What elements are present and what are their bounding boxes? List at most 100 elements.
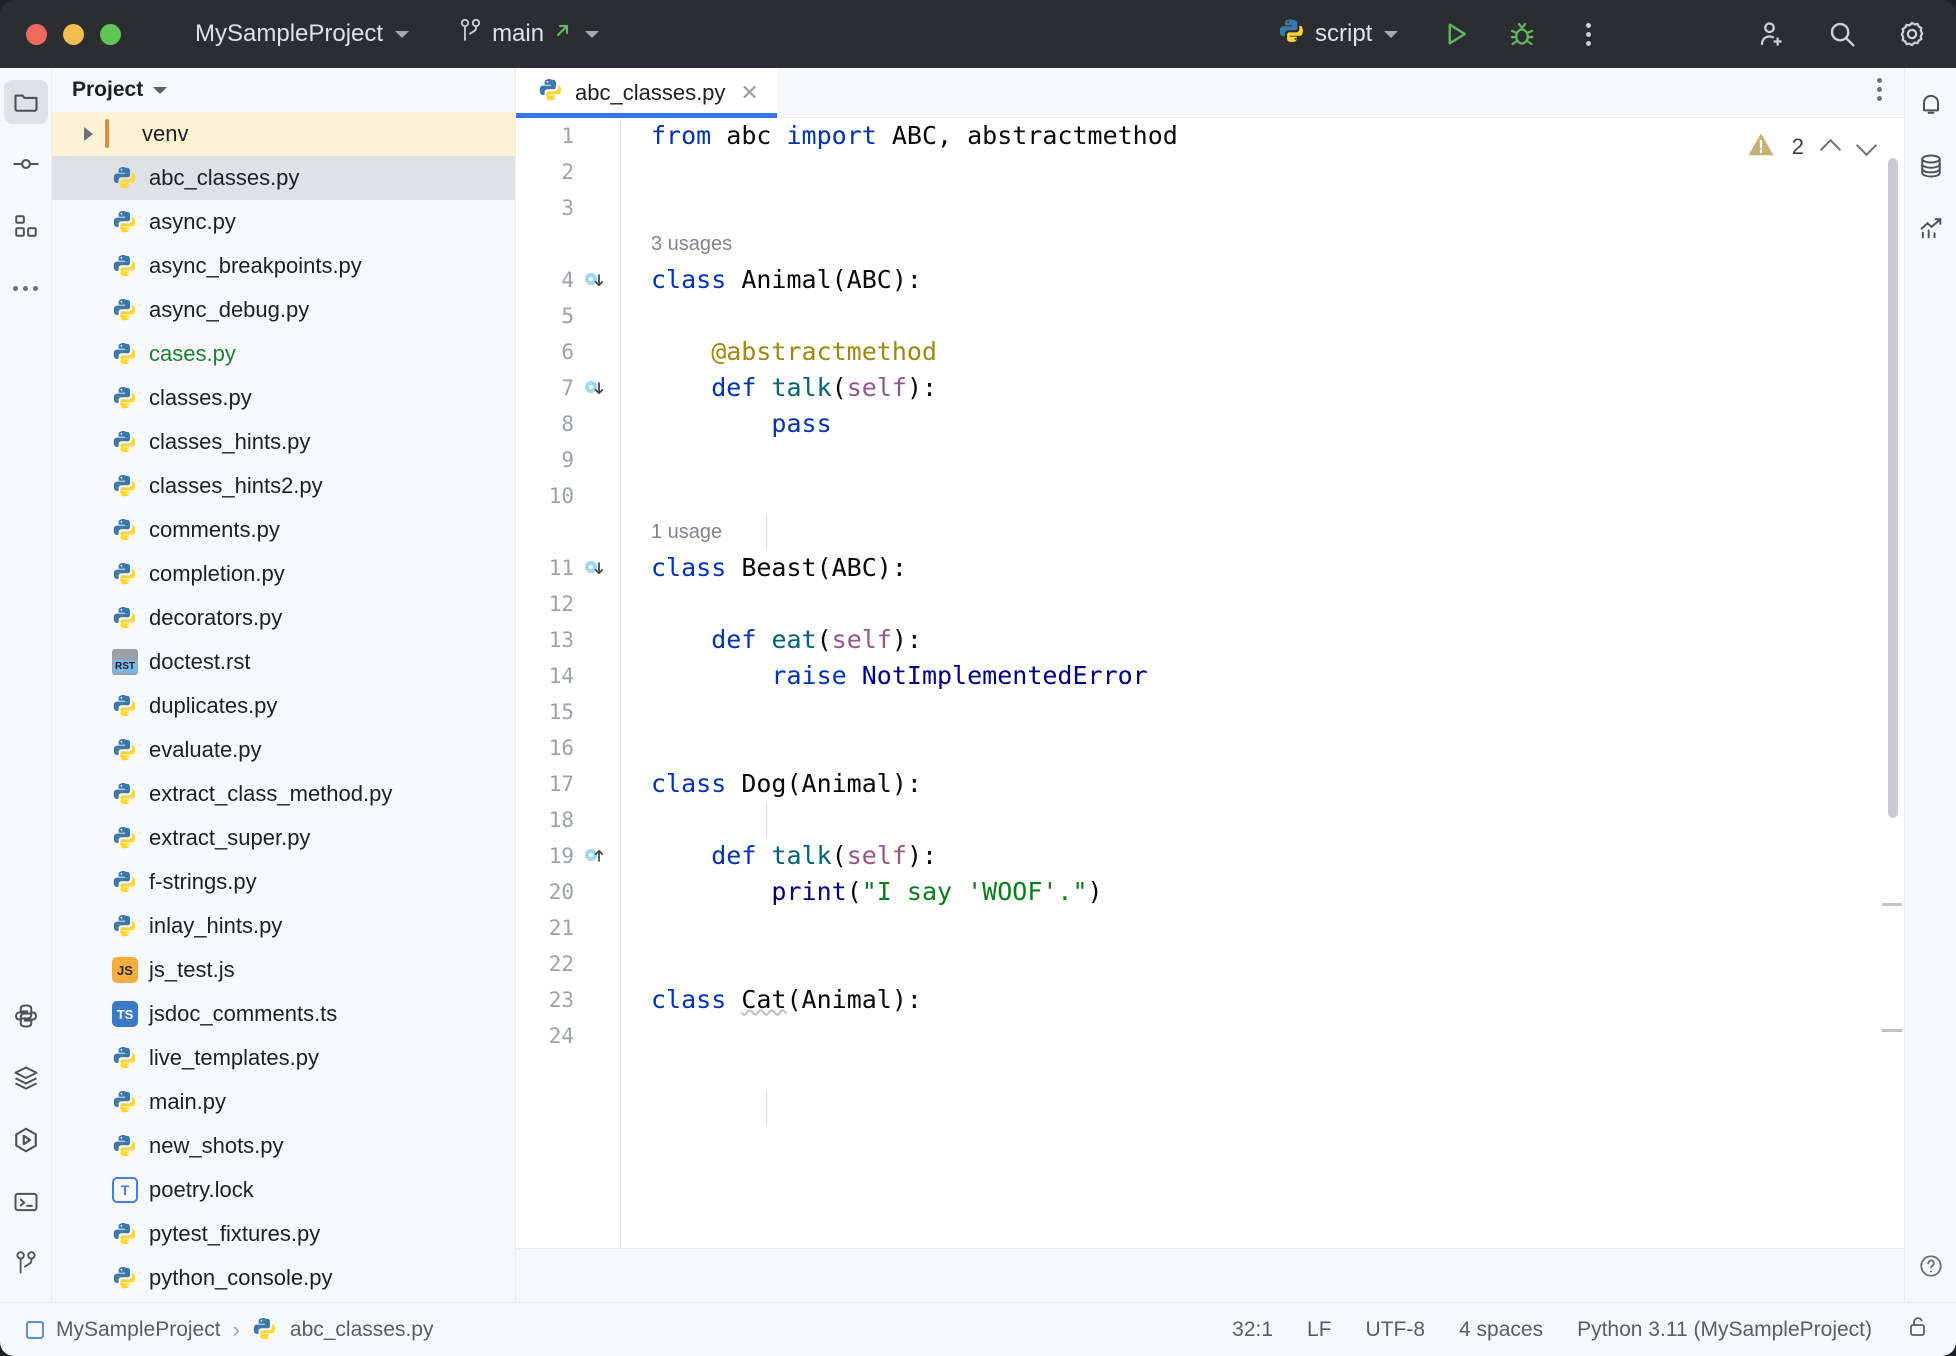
file-tree[interactable]: venv abc_classes.py async.py async_breakpoi…: [52, 112, 515, 1302]
caret-position[interactable]: 32:1: [1232, 1318, 1273, 1342]
code-line[interactable]: [621, 586, 1904, 622]
code-line[interactable]: [621, 946, 1904, 982]
usage-hint[interactable]: 1 usage: [621, 514, 1904, 550]
code-line[interactable]: @abstractmethod: [621, 334, 1904, 370]
sidebar-item-project[interactable]: [3, 80, 48, 124]
gutter-line[interactable]: 18: [516, 802, 620, 838]
gutter-line[interactable]: 14: [516, 658, 620, 694]
file-tree-item[interactable]: extract_class_method.py: [52, 772, 515, 816]
gutter-line[interactable]: 5: [516, 298, 620, 334]
gutter-line[interactable]: 21: [516, 910, 620, 946]
run-button[interactable]: [1436, 14, 1476, 54]
sidebar-item-python-packages[interactable]: [4, 1056, 48, 1100]
close-tab-button[interactable]: ✕: [740, 80, 758, 106]
code-line[interactable]: [621, 298, 1904, 334]
code-line[interactable]: from abc import ABC, abstractmethod: [621, 118, 1904, 154]
code-line[interactable]: [621, 694, 1904, 730]
code-content[interactable]: from abc import ABC, abstractmethod 3 us…: [621, 118, 1904, 1248]
editor-options-button[interactable]: [1877, 78, 1882, 101]
gutter-line[interactable]: 22: [516, 946, 620, 982]
sidebar-item-problems[interactable]: [1909, 1244, 1953, 1288]
chevron-up-icon[interactable]: [1820, 137, 1840, 157]
sidebar-item-profiler[interactable]: [1909, 206, 1953, 250]
debug-button[interactable]: [1502, 14, 1542, 54]
sidebar-item-run[interactable]: [4, 1118, 48, 1162]
breadcrumb-file[interactable]: abc_classes.py: [290, 1318, 434, 1342]
more-options-button[interactable]: [1568, 14, 1608, 54]
file-tree-item[interactable]: async.py: [52, 200, 515, 244]
file-tree-item[interactable]: evaluate.py: [52, 728, 515, 772]
gutter-line[interactable]: 6: [516, 334, 620, 370]
close-window-button[interactable]: [26, 23, 47, 45]
gutter-line[interactable]: 12: [516, 586, 620, 622]
code-line[interactable]: [621, 154, 1904, 190]
code-line[interactable]: class Cat(Animal):: [621, 982, 1904, 1018]
gutter-line[interactable]: 2: [516, 154, 620, 190]
editor-tab-abc-classes[interactable]: abc_classes.py ✕: [516, 68, 777, 118]
gutter-line[interactable]: 8: [516, 406, 620, 442]
gutter-line[interactable]: 9: [516, 442, 620, 478]
gutter-line[interactable]: 24: [516, 1018, 620, 1054]
sidebar-item-commit[interactable]: [4, 142, 48, 186]
file-tree-item[interactable]: abc_classes.py: [52, 156, 515, 200]
breadcrumb[interactable]: MySampleProject › abc_classes.py: [26, 1316, 433, 1343]
branch-selector[interactable]: main: [451, 13, 607, 56]
code-line[interactable]: [621, 1018, 1904, 1054]
file-tree-item[interactable]: pytest_fixtures.py: [52, 1212, 515, 1256]
code-line[interactable]: [621, 802, 1904, 838]
code-line[interactable]: [621, 442, 1904, 478]
sidebar-item-structure[interactable]: [4, 204, 48, 248]
gutter-line[interactable]: 19: [516, 838, 620, 874]
gutter-line[interactable]: 15: [516, 694, 620, 730]
file-tree-item[interactable]: comments.py: [52, 508, 515, 552]
gutter-line[interactable]: 17: [516, 766, 620, 802]
file-tree-item[interactable]: main.py: [52, 1080, 515, 1124]
gutter-line[interactable]: 3: [516, 190, 620, 226]
file-tree-item[interactable]: python_console.py: [52, 1256, 515, 1300]
file-tree-item[interactable]: classes.py: [52, 376, 515, 420]
file-tree-item[interactable]: async_breakpoints.py: [52, 244, 515, 288]
code-line[interactable]: [621, 730, 1904, 766]
code-editor[interactable]: 1 2 3 4 5 6 7 8 9 10 11 12 13 14 15 16 17 18 19 20 21 22 23 24 …: [516, 118, 1904, 1248]
gutter-line[interactable]: 10: [516, 478, 620, 514]
file-tree-item[interactable]: decorators.py: [52, 596, 515, 640]
editor-gutter[interactable]: 1 2 3 4 5 6 7 8 9 10 11 12 13 14 15 16 17 18 19 20 21 22 23 24: [516, 118, 621, 1248]
file-tree-item[interactable]: venv: [52, 112, 515, 156]
indent-setting[interactable]: 4 spaces: [1459, 1318, 1543, 1342]
file-tree-item[interactable]: f-strings.py: [52, 860, 515, 904]
python-interpreter[interactable]: Python 3.11 (MySampleProject): [1577, 1318, 1872, 1342]
implemented-method-icon[interactable]: [584, 376, 610, 405]
inspection-widget[interactable]: 2: [1741, 128, 1880, 165]
line-separator[interactable]: LF: [1307, 1318, 1332, 1342]
code-line[interactable]: [621, 190, 1904, 226]
code-line[interactable]: pass: [621, 406, 1904, 442]
gutter-line[interactable]: 7: [516, 370, 620, 406]
sidebar-item-terminal[interactable]: [4, 1180, 48, 1224]
file-tree-item[interactable]: completion.py: [52, 552, 515, 596]
gutter-line[interactable]: 11: [516, 550, 620, 586]
code-line[interactable]: print("I say 'WOOF'."): [621, 874, 1904, 910]
file-tree-item[interactable]: new_shots.py: [52, 1124, 515, 1168]
file-tree-item[interactable]: classes_hints.py: [52, 420, 515, 464]
implemented-method-icon[interactable]: [584, 268, 610, 297]
settings-button[interactable]: [1892, 14, 1932, 54]
usage-hint[interactable]: 3 usages: [621, 226, 1904, 262]
breadcrumb-project[interactable]: MySampleProject: [56, 1318, 221, 1342]
code-line[interactable]: class Animal(ABC):: [621, 262, 1904, 298]
code-line[interactable]: class Dog(Animal):: [621, 766, 1904, 802]
project-selector[interactable]: MySampleProject: [187, 15, 417, 53]
code-line[interactable]: def talk(self):: [621, 838, 1904, 874]
file-tree-item[interactable]: TS jsdoc_comments.ts: [52, 992, 515, 1036]
sidebar-item-notifications[interactable]: [1909, 82, 1953, 126]
file-tree-item[interactable]: Tpoetry.lock: [52, 1168, 515, 1212]
project-panel-header[interactable]: Project: [52, 68, 515, 112]
gutter-line[interactable]: 4: [516, 262, 620, 298]
code-line[interactable]: raise NotImplementedError: [621, 658, 1904, 694]
lock-icon[interactable]: [1906, 1314, 1930, 1346]
maximize-window-button[interactable]: [100, 23, 121, 45]
file-tree-item[interactable]: duplicates.py: [52, 684, 515, 728]
code-line[interactable]: [621, 910, 1904, 946]
sidebar-item-version-control[interactable]: [4, 1242, 48, 1286]
sidebar-item-database[interactable]: [1909, 144, 1953, 188]
file-tree-item[interactable]: async_debug.py: [52, 288, 515, 332]
